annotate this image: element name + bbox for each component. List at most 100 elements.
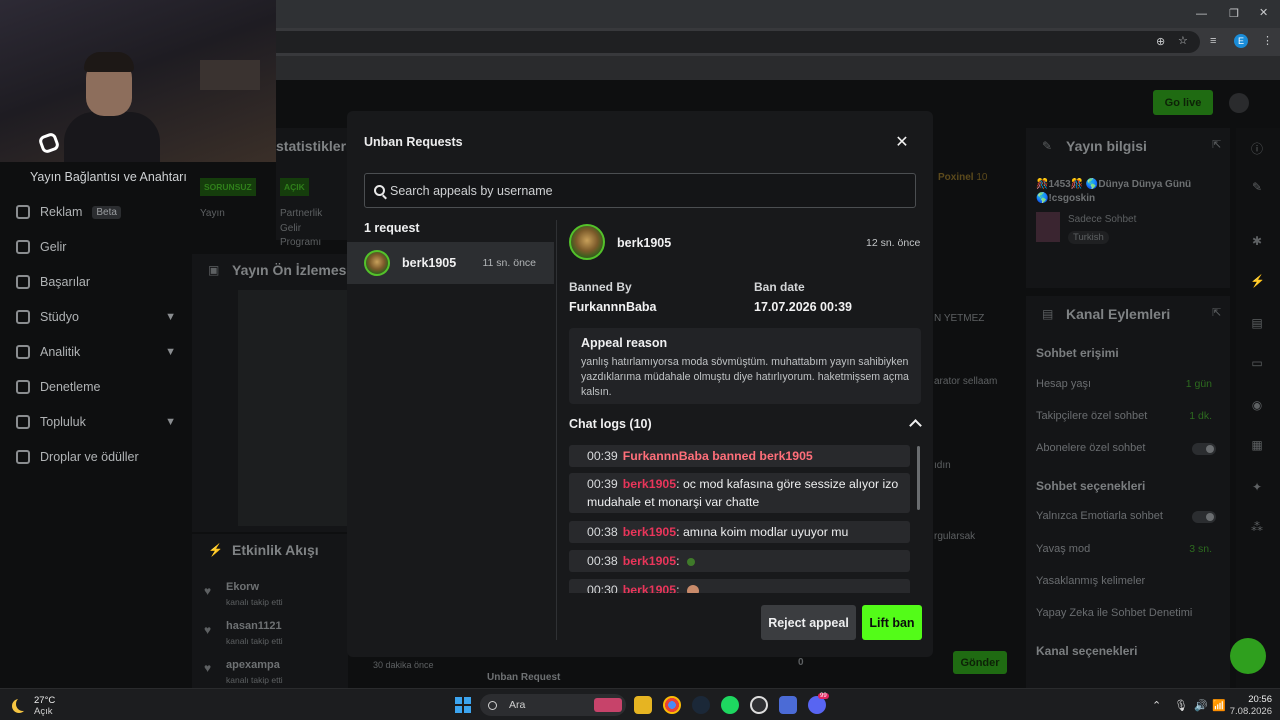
appeal-reason-title: Appeal reason: [581, 336, 668, 350]
user-avatar[interactable]: [1229, 93, 1249, 113]
log-username[interactable]: berk1905: [623, 477, 676, 491]
sidebar-item-studio[interactable]: Stüdyo ▼: [16, 310, 176, 324]
popout-icon[interactable]: ⇱: [1212, 138, 1221, 151]
emote-icon: [686, 584, 699, 593]
activity-user: apexampa: [226, 659, 280, 671]
obs-icon[interactable]: [750, 696, 768, 714]
weather-desc[interactable]: Açık: [34, 706, 52, 717]
speaker-icon[interactable]: 🔊: [1194, 699, 1208, 712]
sidebar-item-community[interactable]: Topluluk ▼: [16, 415, 176, 429]
send-button[interactable]: Gönder: [953, 651, 1007, 674]
sidebar-item-moderation[interactable]: Denetleme: [16, 380, 176, 394]
account-age-value: 1 gün: [1185, 378, 1212, 390]
sidebar-item-achievements[interactable]: Başarılar: [16, 275, 176, 289]
slow-mode-label[interactable]: Yavaş mod: [1036, 543, 1090, 555]
webcam-mic: [37, 131, 61, 155]
windows-logo-tile: [455, 706, 462, 713]
sidebar-item-analytics[interactable]: Analitik ▼: [16, 345, 176, 359]
search-field[interactable]: [364, 173, 916, 208]
poxinel-name: Poxinel: [938, 172, 974, 183]
activity-action: kanalı takip etti: [226, 636, 283, 646]
profile-avatar[interactable]: E: [1234, 34, 1248, 48]
chat-fragment: arator sellaam: [934, 376, 998, 387]
app-icon[interactable]: [779, 696, 797, 714]
search-icon: [488, 700, 497, 710]
chevron-up-icon[interactable]: [908, 417, 922, 431]
right-rail: ⓘ ✎ ✱ ⚡ ▤ ▭ ◉ ▦ ✦ ⁂: [1230, 128, 1280, 688]
stream-info-panel: ✎ Yayın bilgisi ⇱ 🎊1453🎊 🌎Dünya Dünya Gü…: [1026, 128, 1230, 288]
activity-action: kanalı takip etti: [226, 675, 283, 685]
emote-only-toggle[interactable]: [1192, 511, 1216, 523]
sidebar-item-revenue[interactable]: Gelir: [16, 240, 176, 254]
trophy-icon: [16, 275, 30, 289]
broadcast-icon[interactable]: ◉: [1250, 398, 1264, 412]
activity-feed-panel: ⚡ Etkinlik Akışı ♥ Ekorw kanalı takip et…: [192, 534, 348, 688]
microphone-icon[interactable]: 🎙: [1174, 699, 1188, 712]
log-username[interactable]: berk1905: [623, 525, 676, 539]
account-age-label[interactable]: Hesap yaşı: [1036, 378, 1091, 390]
go-live-button[interactable]: Go live: [1153, 90, 1213, 115]
badge-unlimited: SORUNSUZ: [200, 178, 256, 196]
followers-only-label[interactable]: Takipçilere özel sohbet: [1036, 410, 1147, 422]
tray-chevron-icon[interactable]: ⌃: [1152, 699, 1161, 712]
stream-preview-panel: ▣ Yayın Ön İzlemesi: [192, 254, 350, 532]
browser-menu-icon[interactable]: ⋮: [1262, 34, 1273, 47]
zoom-icon[interactable]: ⊕: [1156, 35, 1165, 48]
search-input[interactable]: [390, 183, 890, 198]
modal-title: Unban Requests: [364, 135, 463, 149]
log-username[interactable]: berk1905: [623, 554, 676, 568]
sidebar-item-label: Topluluk: [40, 415, 86, 429]
media-queue-icon[interactable]: ≡: [1210, 35, 1216, 47]
chat-icon[interactable]: ▭: [1250, 356, 1264, 370]
stream-connection-label[interactable]: Yayın Bağlantısı ve Anahtarı: [30, 170, 187, 184]
lightning-icon[interactable]: ⚡: [1250, 274, 1265, 288]
layout-icon[interactable]: ▦: [1250, 438, 1264, 452]
sidebar-item-label: Gelir: [40, 240, 67, 254]
support-chat-button[interactable]: [1230, 638, 1266, 674]
info-icon[interactable]: ⓘ: [1250, 140, 1264, 156]
reject-appeal-button[interactable]: Reject appeal: [761, 605, 856, 640]
lift-ban-button[interactable]: Lift ban: [862, 605, 922, 640]
taskbar-clock[interactable]: 20:56: [1234, 694, 1272, 705]
sidebar-item-label: Analitik: [40, 345, 81, 359]
steam-icon[interactable]: [692, 696, 710, 714]
taskbar-date[interactable]: 7.08.2026: [1214, 706, 1272, 717]
taskbar-search[interactable]: Ara: [480, 694, 626, 716]
subscribers-only-toggle[interactable]: [1192, 443, 1216, 455]
weather-temp[interactable]: 27°C: [34, 695, 55, 706]
avatar: [364, 250, 390, 276]
chat-logs-list[interactable]: 00:39 FurkannnBaba banned berk1905 00:39 b…: [569, 445, 913, 593]
language-tag: Turkish: [1068, 231, 1109, 244]
maximize-icon[interactable]: ❐: [1229, 7, 1239, 20]
sidebar-item-ads[interactable]: Reklam Beta: [16, 205, 176, 219]
chrome-icon[interactable]: [663, 696, 681, 714]
popout-icon[interactable]: ⇱: [1212, 306, 1221, 319]
close-icon[interactable]: ✕: [893, 134, 911, 152]
address-bar[interactable]: [200, 31, 1200, 53]
sidebar-item-drops[interactable]: Droplar ve ödüller: [16, 450, 176, 464]
wrench-icon: ✎: [1042, 139, 1053, 153]
minimize-icon[interactable]: —: [1196, 8, 1207, 20]
file-explorer-icon[interactable]: [634, 696, 652, 714]
start-button[interactable]: [455, 697, 471, 713]
partnership-line-2: Gelir: [280, 223, 302, 234]
ai-moderation-label[interactable]: Yapay Zeka ile Sohbet Denetimi: [1036, 607, 1192, 619]
request-list-item[interactable]: berk1905 11 sn. önce: [347, 242, 554, 284]
nodes-icon[interactable]: ⁂: [1250, 520, 1264, 534]
sidebar-item-label: Stüdyo: [40, 310, 79, 324]
detail-username[interactable]: berk1905: [617, 236, 671, 250]
wrench-icon[interactable]: ✦: [1250, 480, 1264, 494]
document-icon[interactable]: ▤: [1250, 316, 1264, 330]
bookmark-star-icon[interactable]: ☆: [1178, 34, 1188, 47]
banned-words-label[interactable]: Yasaklanmış kelimeler: [1036, 575, 1145, 587]
gift-icon: [16, 450, 30, 464]
sidebar-item-label: Denetleme: [40, 380, 101, 394]
close-window-icon[interactable]: ✕: [1259, 6, 1268, 19]
log-username[interactable]: berk1905: [623, 583, 676, 593]
chat-options-heading: Sohbet seçenekleri: [1036, 479, 1146, 493]
chat-logs-scrollbar[interactable]: [917, 446, 920, 510]
bug-icon[interactable]: ✱: [1250, 234, 1264, 248]
windows-logo-tile: [464, 706, 471, 713]
spotify-icon[interactable]: [721, 696, 739, 714]
pencil-icon[interactable]: ✎: [1250, 180, 1264, 194]
